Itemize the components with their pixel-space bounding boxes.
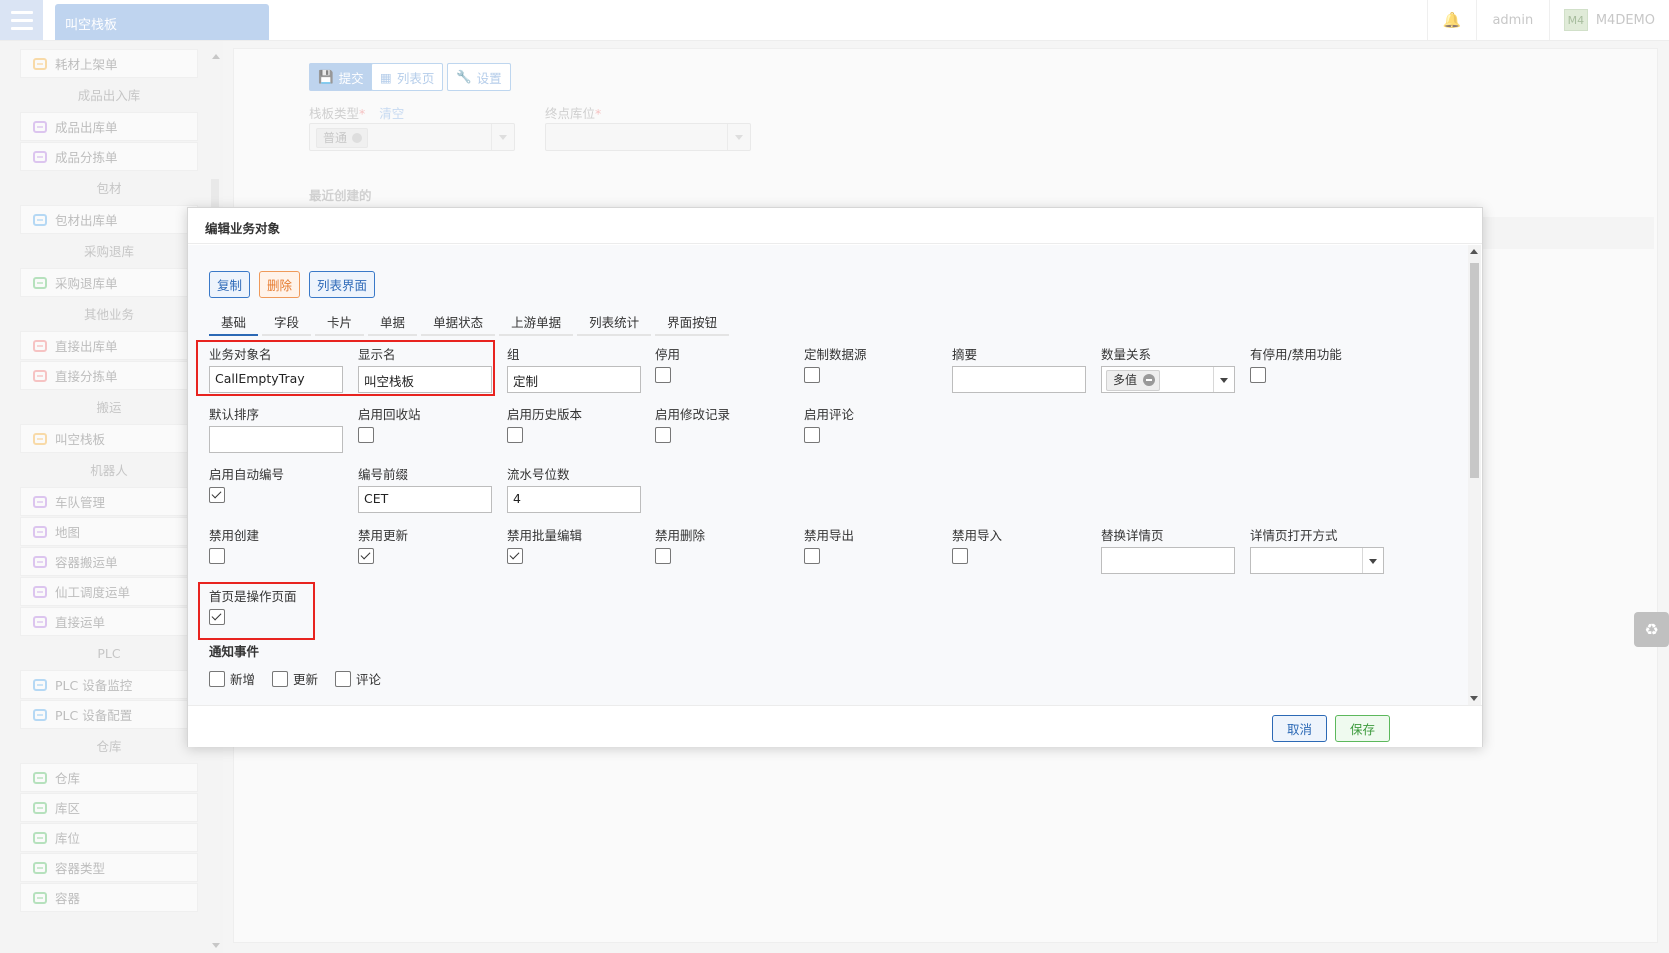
remove-tag-icon[interactable] (1143, 374, 1156, 386)
enable-change-log-checkbox[interactable] (655, 427, 671, 443)
enable-auto-number-field: 启用自动编号 (209, 466, 284, 503)
object-name-field: 业务对象名 CallEmptyTray (209, 346, 343, 393)
dialog-tabs: 基础 字段 卡片 单据 单据状态 上游单据 列表统计 界面按钮 (209, 308, 733, 336)
disable-update-checkbox[interactable] (358, 548, 374, 564)
notify-create-label: 新增 (230, 672, 256, 687)
custom-datasource-field: 定制数据源 (804, 346, 867, 383)
detail-open-mode-field: 详情页打开方式 (1250, 527, 1384, 574)
custom-datasource-checkbox[interactable] (804, 367, 820, 383)
serial-digits-input[interactable]: 4 (507, 486, 641, 513)
notify-create-option[interactable]: 新增 (209, 669, 255, 688)
detail-open-mode-select[interactable] (1250, 547, 1384, 574)
quantity-relation-tag: 多值 (1106, 370, 1161, 391)
save-button[interactable]: 保存 (1335, 715, 1391, 742)
enable-history-checkbox[interactable] (507, 427, 523, 443)
disable-create-checkbox[interactable] (209, 548, 225, 564)
quantity-relation-field: 数量关系 多值 (1101, 346, 1235, 393)
edit-object-dialog: 编辑业务对象 复制 删除 列表界面 基础 字段 卡片 单据 单据状态 上游单据 列表统计 界面… (187, 207, 1483, 747)
home-is-action-page-checkbox[interactable] (209, 609, 225, 625)
default-sort-field: 默认排序 (209, 406, 343, 453)
scroll-up-icon[interactable] (1470, 249, 1478, 254)
enable-comments-checkbox[interactable] (804, 427, 820, 443)
dialog-title: 编辑业务对象 (188, 208, 1482, 244)
disable-batch-edit-field: 禁用批量编辑 (507, 527, 582, 564)
number-prefix-input[interactable]: CET (358, 486, 492, 513)
disable-export-field: 禁用导出 (804, 527, 854, 564)
scroll-down-icon[interactable] (1470, 696, 1478, 701)
default-sort-input[interactable] (209, 426, 343, 453)
group-field: 组 定制 (507, 346, 641, 393)
chevron-down-icon[interactable] (1213, 367, 1234, 392)
notify-comment-label: 评论 (356, 672, 382, 687)
summary-input[interactable] (952, 366, 1086, 393)
replace-detail-page-input[interactable] (1101, 547, 1235, 574)
notify-comment-option[interactable]: 评论 (335, 669, 381, 688)
has-disable-feature-checkbox[interactable] (1250, 367, 1266, 383)
enable-recycle-checkbox[interactable] (358, 427, 374, 443)
enable-recycle-field: 启用回收站 (358, 406, 421, 443)
disable-export-checkbox[interactable] (804, 548, 820, 564)
tab-1[interactable]: 字段 (262, 308, 312, 336)
list-ui-button[interactable]: 列表界面 (309, 271, 376, 298)
disabled-field: 停用 (655, 346, 680, 383)
disable-create-field: 禁用创建 (209, 527, 259, 564)
tab-2[interactable]: 卡片 (315, 308, 365, 336)
dialog-footer: 取消 保存 (188, 705, 1482, 747)
summary-field: 摘要 (952, 346, 1086, 393)
scrollbar-thumb[interactable] (1470, 263, 1479, 478)
object-name-input[interactable]: CallEmptyTray (209, 366, 343, 393)
has-disable-feature-field: 有停用/禁用功能 (1250, 346, 1342, 383)
group-input[interactable]: 定制 (507, 366, 641, 393)
home-is-action-page-field: 首页是操作页面 (209, 588, 297, 625)
display-name-field: 显示名 叫空栈板 (358, 346, 492, 393)
notify-create-checkbox[interactable] (209, 670, 225, 687)
tab-4[interactable]: 单据状态 (421, 308, 496, 336)
copy-button[interactable]: 复制 (209, 271, 251, 298)
notify-update-checkbox[interactable] (272, 670, 288, 687)
notify-events-title: 通知事件 (209, 644, 260, 659)
enable-auto-number-checkbox[interactable] (209, 487, 225, 503)
dialog-scrollbar[interactable] (1468, 245, 1481, 705)
notify-update-label: 更新 (293, 672, 319, 687)
disable-delete-checkbox[interactable] (655, 548, 671, 564)
dialog-body: 复制 删除 列表界面 基础 字段 卡片 单据 单据状态 上游单据 列表统计 界面按钮 业务对象… (188, 245, 1470, 705)
enable-history-field: 启用历史版本 (507, 406, 582, 443)
quantity-relation-select[interactable]: 多值 (1101, 366, 1235, 393)
tab-0[interactable]: 基础 (209, 308, 259, 336)
disabled-checkbox[interactable] (655, 367, 671, 383)
chevron-down-icon[interactable] (1362, 548, 1383, 573)
cancel-button[interactable]: 取消 (1272, 715, 1328, 742)
disable-delete-field: 禁用删除 (655, 527, 705, 564)
delete-button[interactable]: 删除 (259, 271, 301, 298)
enable-comments-field: 启用评论 (804, 406, 854, 443)
tab-6[interactable]: 列表统计 (577, 308, 652, 336)
serial-digits-field: 流水号位数 4 (507, 466, 641, 513)
tab-7[interactable]: 界面按钮 (655, 308, 730, 336)
disable-batch-edit-checkbox[interactable] (507, 548, 523, 564)
notify-comment-checkbox[interactable] (335, 670, 351, 687)
replace-detail-page-field: 替换详情页 (1101, 527, 1235, 574)
disable-import-checkbox[interactable] (952, 548, 968, 564)
tab-3[interactable]: 单据 (368, 308, 418, 336)
disable-update-field: 禁用更新 (358, 527, 408, 564)
display-name-input[interactable]: 叫空栈板 (358, 366, 492, 393)
tab-5[interactable]: 上游单据 (499, 308, 574, 336)
notify-update-option[interactable]: 更新 (272, 669, 318, 688)
number-prefix-field: 编号前缀 CET (358, 466, 492, 513)
enable-change-log-field: 启用修改记录 (655, 406, 730, 443)
disable-import-field: 禁用导入 (952, 527, 1002, 564)
